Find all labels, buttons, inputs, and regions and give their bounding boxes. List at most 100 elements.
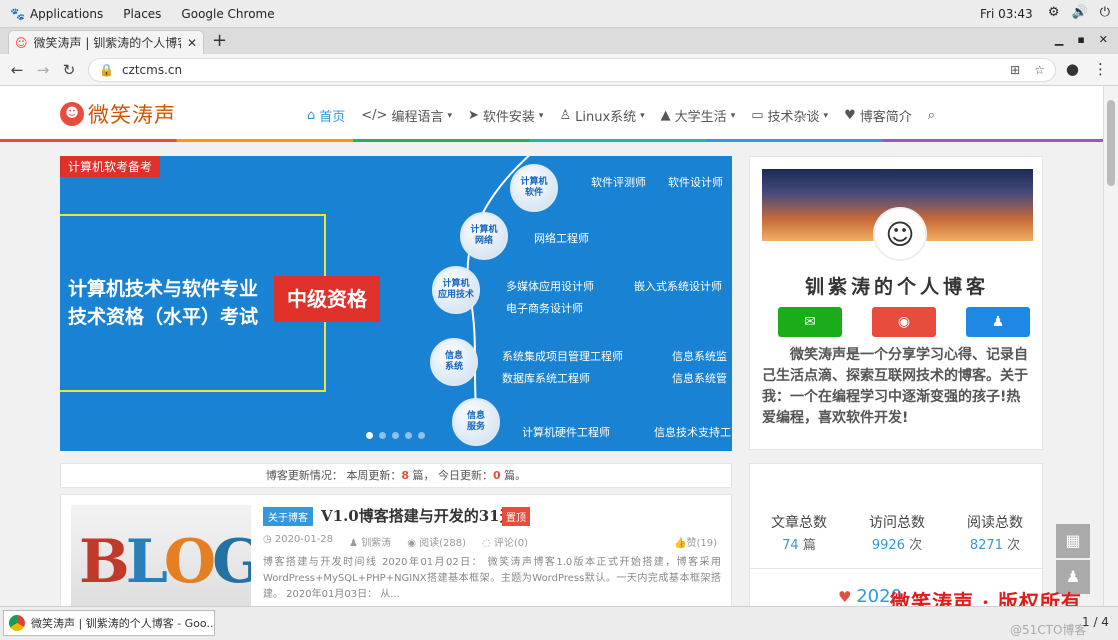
post-reads: ◉ 阅读(288)	[407, 538, 466, 549]
copyright-watermark: 微笑涛声 · 版权所有	[890, 590, 1082, 606]
stats-card: 文章总数 74 篇 访问总数 9926 次 阅读总数 8271 次 ♥ 2020	[749, 463, 1044, 606]
banner-label: 软件设计师	[668, 176, 723, 189]
power-icon[interactable]: ⏻	[1100, 5, 1110, 20]
places-menu[interactable]: Places	[113, 7, 171, 21]
profile-name: 钏紫涛的个人博客	[804, 276, 989, 298]
qr-code-button[interactable]: ▦	[1056, 524, 1090, 558]
reload-button[interactable]: ↻	[56, 61, 82, 79]
qq-button[interactable]: ♟	[966, 307, 1030, 337]
node-network: 计算机 网络	[460, 212, 508, 260]
post-likes[interactable]: 👍赞(19)	[674, 534, 717, 549]
slider-dot[interactable]	[392, 432, 399, 439]
slider-dot[interactable]	[418, 432, 425, 439]
social-buttons: ✉ ◉ ♟	[778, 307, 1030, 337]
site-logo[interactable]: ☻ 微笑涛声	[60, 99, 176, 129]
new-tab-button[interactable]: +	[212, 30, 227, 54]
workspace-pager[interactable]: 1 / 4	[1082, 615, 1109, 629]
linux-icon: ♙	[559, 108, 572, 123]
taskbar: 微笑涛声 | 钏紫涛的个人博客 - Goo... @51CTO博客 1 / 4	[0, 606, 1118, 640]
clock-icon: ◷	[263, 534, 275, 545]
banner-tag: 计算机软考备考	[60, 156, 161, 177]
update-notice: 博客更新情况： 本周更新：8 篇， 今日更新：0 篇。	[60, 463, 732, 488]
gnome-foot-icon: 🐾	[10, 6, 25, 21]
kebab-menu-icon[interactable]: ⋮	[1093, 60, 1108, 78]
network-icon[interactable]: ⚙	[1048, 5, 1060, 20]
profile-description: 微笑涛声是一个分享学习心得、记录自己生活点滴、探索互联网技术的博客。关于我：一个…	[762, 347, 1028, 426]
browser-tab[interactable]: ☺ 微笑涛声 | 钏紫涛的个人博客 ✕	[8, 30, 204, 54]
github-button[interactable]: ◉	[872, 307, 936, 337]
slider-dots	[366, 432, 425, 439]
close-tab-icon[interactable]: ✕	[187, 36, 197, 50]
banner-label: 电子商务设计师	[506, 302, 583, 315]
grad-cap-icon: ▲	[660, 108, 671, 123]
menu-software[interactable]: ➤ 软件安装 ▾	[468, 106, 543, 125]
post-thumbnail[interactable]: BLOG	[71, 505, 251, 606]
menu-home[interactable]: ⌂ 首页	[307, 106, 345, 125]
laptop-icon: ▭	[751, 108, 764, 123]
back-button[interactable]: ←	[4, 61, 30, 79]
github-icon: ◉	[897, 314, 911, 330]
address-bar[interactable]: 🔒 cztcms.cn ⊞ ☆	[88, 58, 1056, 82]
clock[interactable]: Fri 03:43	[980, 7, 1033, 21]
banner-label: 信息系统监	[672, 350, 727, 363]
applications-menu[interactable]: 🐾 Applications	[0, 7, 113, 21]
node-software: 计算机 软件	[510, 164, 558, 212]
post-title[interactable]: V1.0博客搭建与开发的31天	[321, 505, 515, 526]
post-meta: ◷ 2020-01-28 ♟ 钏紫涛 ◉ 阅读(288) ◌ 评论(0)	[263, 534, 528, 549]
slider-dot[interactable]	[366, 432, 373, 439]
node-app-tech: 计算机 应用技术	[432, 266, 480, 314]
heart-icon: ♥	[838, 588, 857, 606]
post-card: BLOG 关于博客 V1.0博客搭建与开发的31天 置顶 ◷ 2020-01-2…	[60, 494, 732, 606]
minimize-icon[interactable]: ▁	[1055, 33, 1063, 46]
main-menu: ⌂ 首页 </> 编程语言 ▾ ➤ 软件安装 ▾ ♙ Linux系统 ▾ ▲ 大学生活 ▾ ▭ 技术…	[307, 106, 935, 125]
page-scrollbar[interactable]	[1103, 86, 1118, 606]
taskbar-chrome-window[interactable]: 微笑涛声 | 钏紫涛的个人博客 - Goo...	[3, 610, 215, 636]
banner-line1: 计算机技术与软件专业	[68, 278, 259, 300]
menu-programming[interactable]: </> 编程语言 ▾	[361, 106, 452, 125]
translate-icon[interactable]: ⊞	[1010, 63, 1020, 77]
slider-dot[interactable]	[405, 432, 412, 439]
chevron-down-icon: ▾	[640, 110, 645, 121]
chrome-app-menu[interactable]: Google Chrome	[171, 7, 284, 21]
banner-label: 嵌入式系统设计师	[634, 280, 722, 293]
banner-slider[interactable]: 计算机软考备考 计算机技术与软件专业 技术资格（水平）考试 中级资格 计算机 软件…	[60, 156, 732, 451]
close-window-icon[interactable]: ✕	[1099, 33, 1108, 46]
menu-about[interactable]: ♥ 博客简介	[844, 106, 912, 125]
banner-line2: 技术资格（水平）考试	[68, 306, 259, 328]
menu-college[interactable]: ▲ 大学生活 ▾	[661, 106, 736, 125]
forward-button[interactable]: →	[30, 61, 56, 79]
pinned-badge: 置顶	[502, 507, 530, 526]
qq-icon: ♟	[991, 314, 1005, 330]
profile-card: ☺ 钏紫涛的个人博客 ✉ ◉ ♟ 微笑涛声是一个分享学习心得、记录自己生活点滴、…	[749, 156, 1043, 450]
slider-dot[interactable]	[379, 432, 386, 439]
chevron-down-icon: ▾	[538, 110, 544, 121]
account-icon[interactable]: ●	[1066, 60, 1079, 78]
chevron-down-icon: ▾	[823, 110, 829, 121]
post-author[interactable]: ♟ 钏紫涛	[349, 534, 391, 549]
lock-icon: 🔒	[99, 63, 114, 77]
search-button[interactable]: ⌕	[928, 106, 935, 125]
stat-posts: 文章总数 74 篇	[771, 515, 827, 553]
wechat-button[interactable]: ✉	[778, 307, 842, 337]
post-category[interactable]: 关于博客	[263, 507, 313, 526]
menu-tech[interactable]: ▭ 技术杂谈 ▾	[751, 106, 828, 125]
user-icon: ♟	[349, 538, 362, 549]
volume-icon[interactable]: 🔊	[1072, 5, 1088, 20]
header-rainbow-bar	[0, 139, 1103, 142]
post-excerpt: 博客搭建与开发时间线 2020年01月02日： 微笑涛声博客1.0版本正式开始搭…	[263, 557, 721, 600]
qq-icon: ♟	[1065, 567, 1081, 586]
heart-icon: ♥	[844, 108, 856, 123]
eye-icon: ◉	[407, 538, 420, 549]
chrome-icon	[9, 615, 25, 631]
banner-level-box: 中级资格	[274, 276, 380, 322]
post-comments[interactable]: ◌ 评论(0)	[482, 534, 528, 549]
menu-linux[interactable]: ♙ Linux系统 ▾	[559, 106, 644, 125]
toolbar: ← → ↻ 🔒 cztcms.cn ⊞ ☆ ● ⋮	[0, 54, 1118, 86]
scrollbar-thumb[interactable]	[1107, 100, 1115, 186]
bookmark-star-icon[interactable]: ☆	[1034, 63, 1045, 77]
chevron-down-icon: ▾	[447, 110, 452, 121]
divider	[750, 568, 1044, 569]
stat-visits: 访问总数 9926 次	[869, 515, 925, 553]
maximize-icon[interactable]: ▪	[1077, 33, 1084, 46]
avatar[interactable]: ☺	[873, 207, 927, 261]
